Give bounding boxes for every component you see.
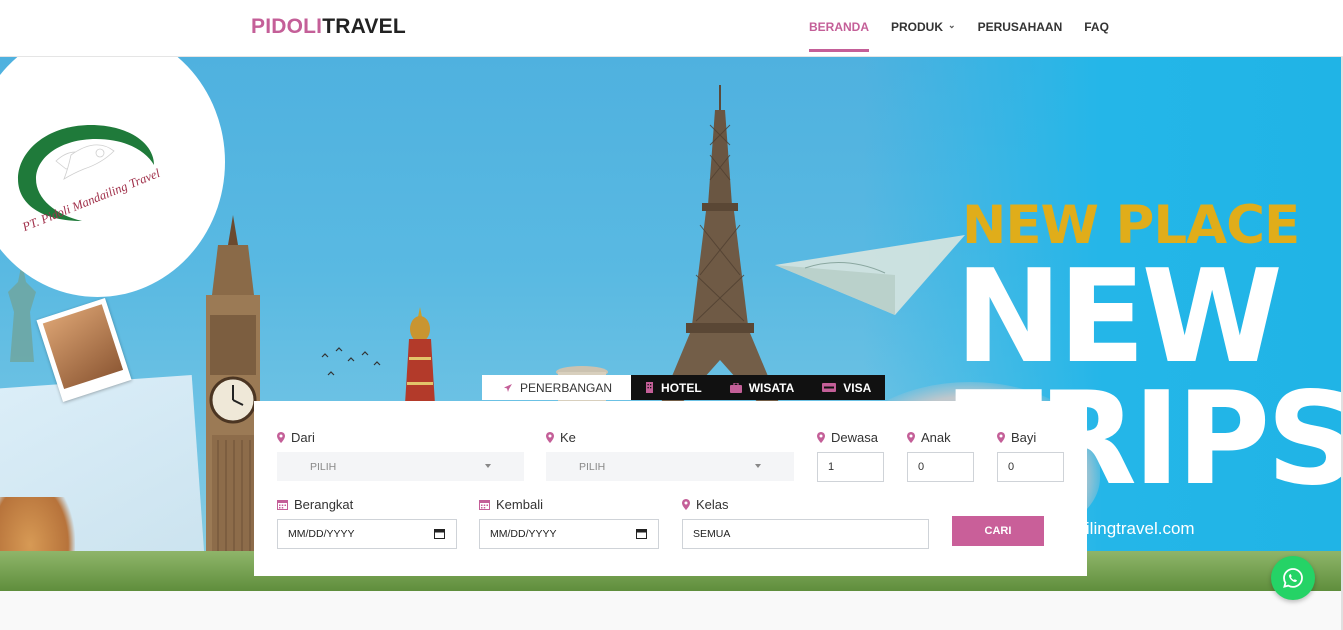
depart-label: Berangkat: [277, 497, 353, 512]
calendar-picker-icon[interactable]: [636, 528, 647, 542]
caret-down-icon: [485, 464, 491, 468]
from-label: Dari: [277, 430, 315, 445]
map-pin-icon: [546, 432, 554, 443]
calendar-icon: [277, 499, 288, 510]
infant-label: Bayi: [997, 430, 1036, 445]
navbar: PIDOLITRAVEL BERANDA PRODUK ⌄ PERUSAHAAN …: [0, 0, 1343, 57]
child-label: Anak: [907, 430, 951, 445]
child-input[interactable]: 0: [907, 452, 974, 482]
label-text: Anak: [921, 430, 951, 445]
class-select[interactable]: SEMUA: [682, 519, 929, 549]
label-text: Berangkat: [294, 497, 354, 512]
tab-label: VISA: [843, 380, 872, 395]
depart-date-input[interactable]: MM/DD/YYYY: [277, 519, 457, 549]
calendar-icon: [479, 499, 490, 510]
brand-part-1: PIDOLI: [251, 15, 323, 38]
tab-label: HOTEL: [661, 380, 702, 395]
input-value: 0: [918, 461, 925, 473]
nav-item-perusahaan[interactable]: PERUSAHAAN: [978, 20, 1063, 34]
date-value: MM/DD/YYYY: [288, 528, 355, 540]
tab-penerbangan[interactable]: PENERBANGAN: [482, 375, 632, 400]
nav-label: FAQ: [1084, 20, 1109, 34]
tab-hotel[interactable]: HOTEL: [631, 375, 716, 400]
input-value: 0: [1008, 461, 1015, 473]
from-select[interactable]: PILIH: [277, 452, 524, 481]
tab-visa[interactable]: VISA: [808, 375, 886, 400]
search-submit-button[interactable]: CARI: [952, 516, 1044, 546]
return-label: Kembali: [479, 497, 543, 512]
plane-icon: [503, 383, 513, 393]
main-nav: BERANDA PRODUK ⌄ PERUSAHAAN FAQ: [809, 20, 1131, 52]
paper-plane-image: [775, 235, 965, 315]
nav-item-produk[interactable]: PRODUK ⌄: [891, 20, 956, 34]
select-value: SEMUA: [693, 528, 731, 540]
visa-card-icon: [822, 383, 837, 392]
whatsapp-icon: [1283, 568, 1303, 588]
briefcase-icon: [729, 382, 742, 393]
label-text: Bayi: [1011, 430, 1037, 445]
label-text: Dari: [291, 430, 315, 445]
building-icon: [645, 382, 654, 393]
infant-input[interactable]: 0: [997, 452, 1064, 482]
label-text: Ke: [560, 430, 576, 445]
select-value: PILIH: [310, 460, 337, 473]
nav-label: PRODUK: [891, 20, 944, 34]
eiffel-tower-image: [660, 85, 780, 405]
date-value: MM/DD/YYYY: [490, 528, 557, 540]
calendar-picker-icon[interactable]: [434, 528, 445, 542]
nav-label: PERUSAHAAN: [977, 20, 1063, 34]
nav-item-faq[interactable]: FAQ: [1084, 20, 1109, 34]
return-date-input[interactable]: MM/DD/YYYY: [479, 519, 659, 549]
birds-image: [321, 347, 381, 376]
class-label: Kelas: [682, 497, 729, 512]
brand-part-2: TRAVEL: [322, 15, 406, 38]
flight-search-form: Dari PILIH Ke PILIH Dewasa 1 Anak 0 Bayi…: [254, 401, 1087, 576]
caret-down-icon: [755, 464, 761, 468]
map-pin-icon: [907, 432, 915, 443]
map-pin-icon: [277, 432, 285, 443]
adult-input[interactable]: 1: [817, 452, 884, 482]
map-pin-icon: [682, 499, 690, 510]
tab-label: PENERBANGAN: [520, 380, 613, 395]
to-label: Ke: [546, 430, 576, 445]
brand-logo[interactable]: PIDOLITRAVEL: [251, 15, 406, 39]
input-value: 1: [828, 461, 835, 473]
headline-line-1: NEW: [955, 243, 1283, 392]
chevron-down-icon: ⌄: [948, 20, 956, 30]
nav-label: BERANDA: [809, 20, 869, 34]
label-text: Dewasa: [831, 430, 878, 445]
whatsapp-button[interactable]: [1271, 556, 1315, 600]
tab-wisata[interactable]: WISATA: [715, 375, 809, 400]
select-value: PILIH: [579, 460, 606, 473]
label-text: Kembali: [496, 497, 543, 512]
tab-label: WISATA: [748, 380, 795, 395]
label-text: Kelas: [696, 497, 729, 512]
search-tabs: PENERBANGAN HOTEL WISATA VISA: [482, 375, 886, 400]
map-pin-icon: [997, 432, 1005, 443]
adult-label: Dewasa: [817, 430, 878, 445]
to-select[interactable]: PILIH: [546, 452, 794, 481]
page-bottom-section: [0, 591, 1343, 630]
map-pin-icon: [817, 432, 825, 443]
nav-item-beranda[interactable]: BERANDA: [809, 20, 869, 52]
